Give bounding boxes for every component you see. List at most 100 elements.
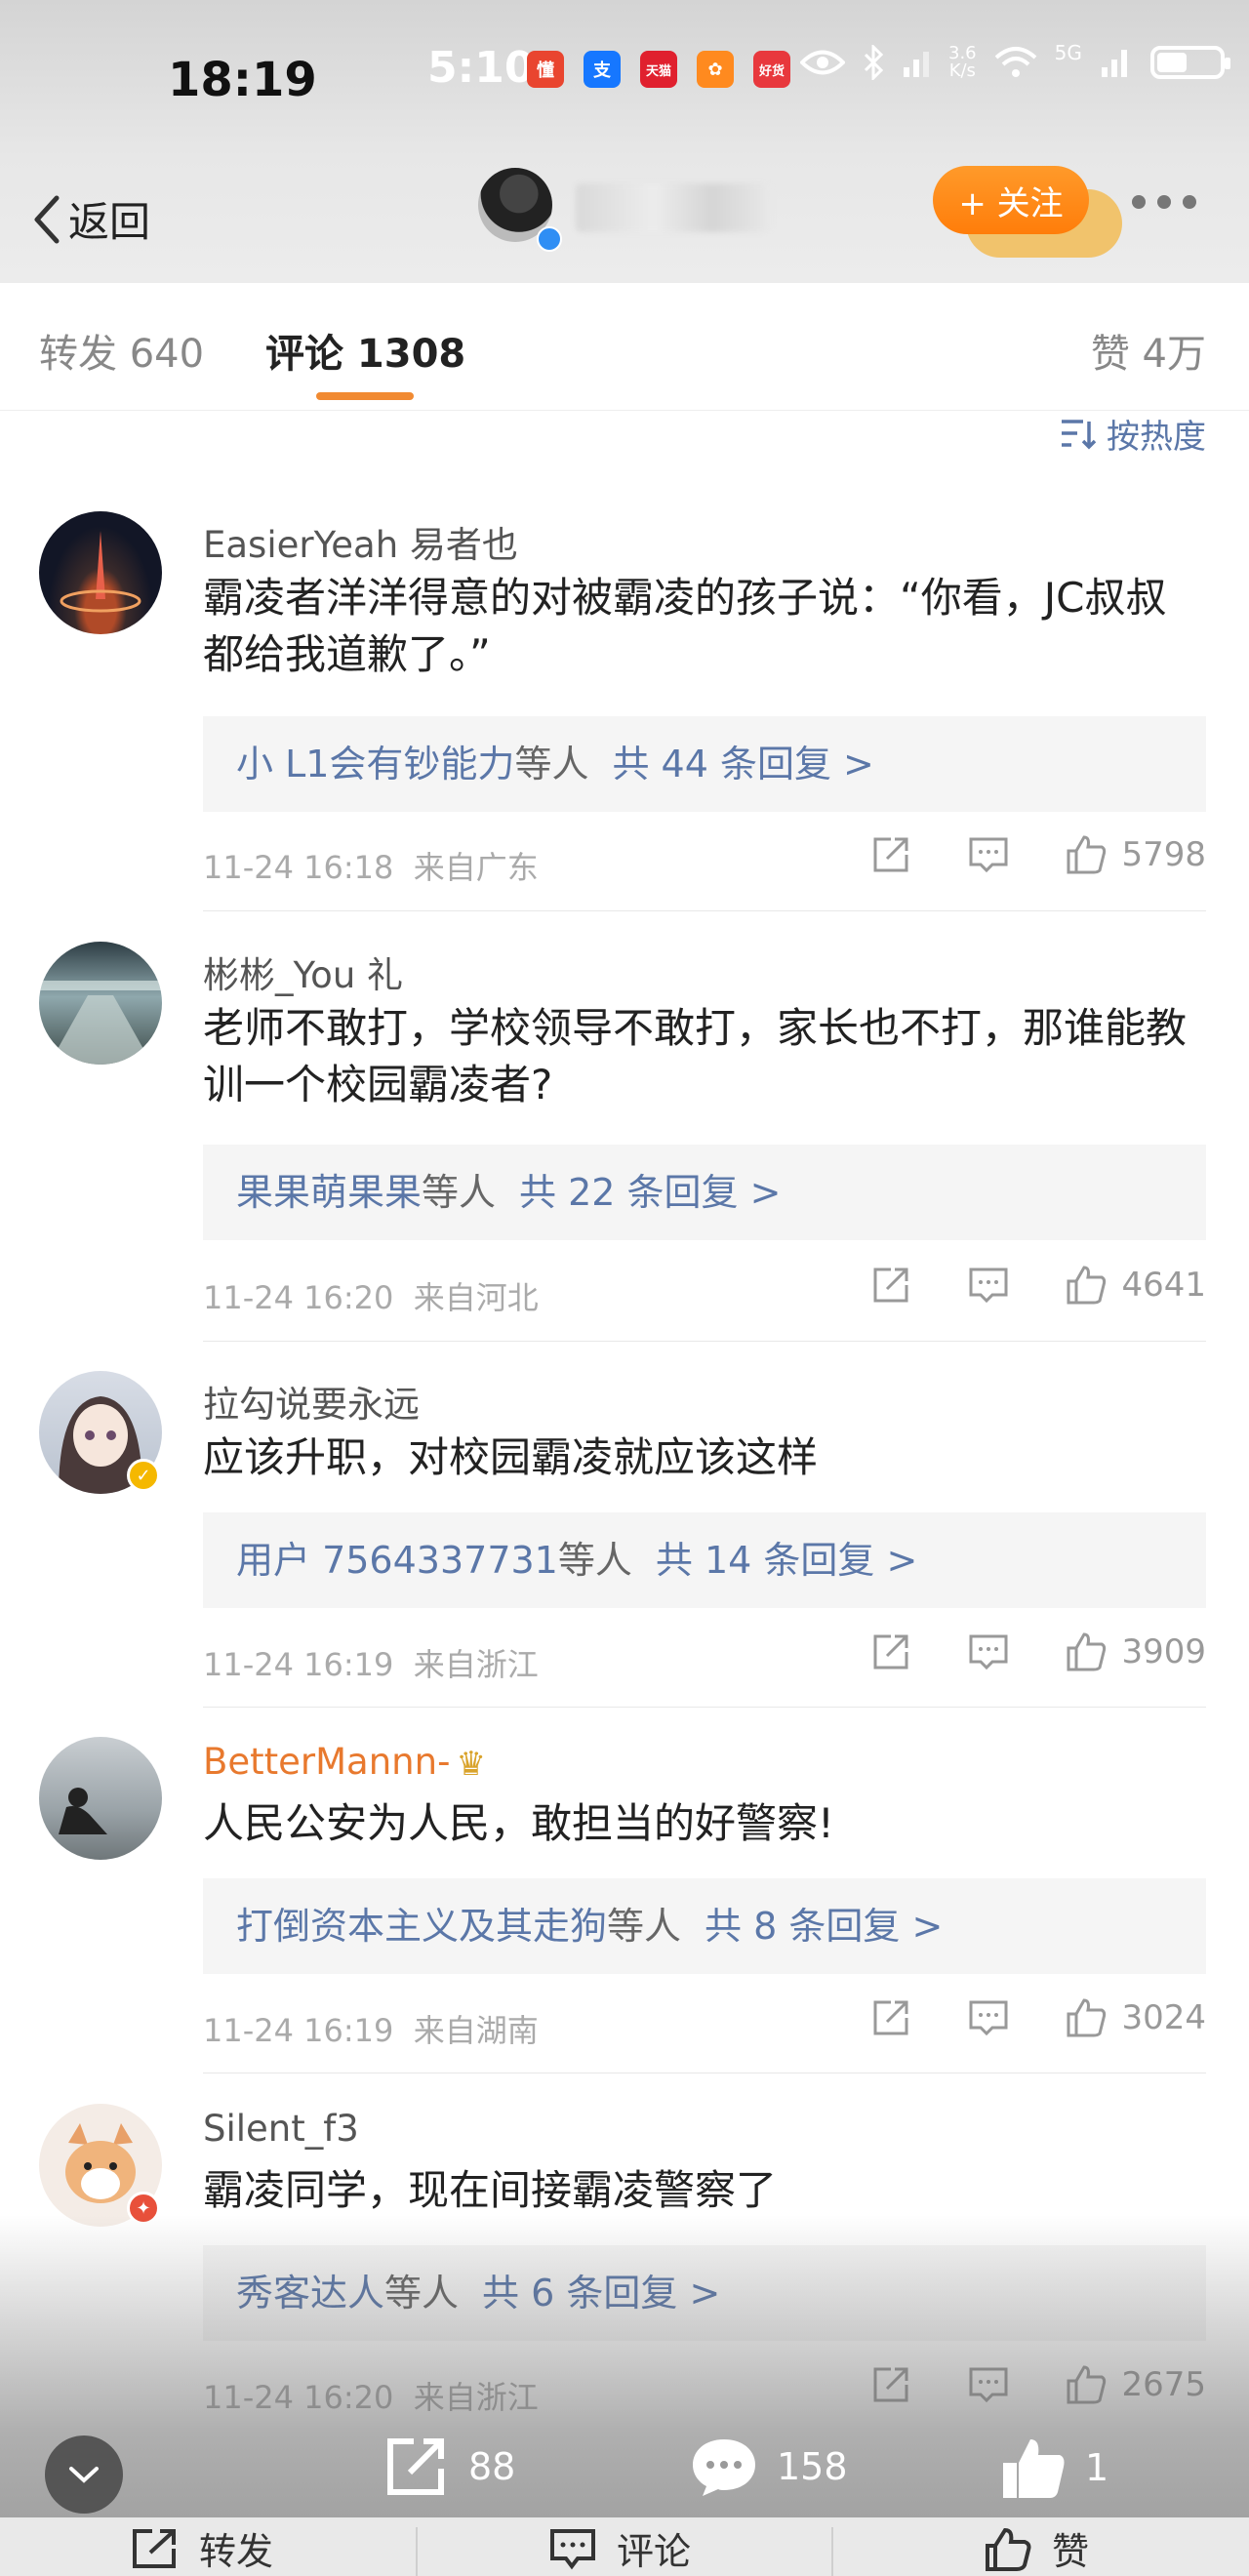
app2-notification-icon: ✿ [697,51,734,88]
comment-item: ✦ Silent_f3 霸凌同学，现在间接霸凌警察了 秀客达人等人共 6 条回复… [0,2104,1249,2440]
status-bar: 18:19 5:10 懂 支 天猫 ✿ 好货 3.6 K/s 5G [0,0,1249,156]
comment-icon[interactable] [967,1264,1010,1307]
like-icon [986,2527,1031,2571]
sort-label: 按热度 [1107,418,1206,457]
active-tab-indicator [316,392,414,400]
replies-preview[interactable]: 小 L1会有钞能力等人共 44 条回复 > [203,716,1206,812]
back-label: 返回 [68,198,151,246]
like-icon[interactable] [1065,833,1108,876]
like-count: 4641 [1121,1266,1206,1305]
eye-icon [800,50,845,75]
signal-strength-icon [1101,50,1127,77]
comment-username[interactable]: 彬彬_You 礼 [203,946,403,998]
comment-icon[interactable] [967,1996,1010,2039]
network-speed: 3.6 K/s [948,43,977,81]
more-options-icon[interactable] [1132,195,1196,209]
comment-username[interactable]: Silent_f3 [203,2108,359,2150]
like-icon[interactable] [1065,1630,1108,1673]
floating-comment-button[interactable]: 158 [689,2435,848,2498]
comment-button[interactable]: 评论 [548,2521,691,2575]
floating-like-count: 1 [1085,2446,1109,2489]
share-icon[interactable] [869,2363,912,2406]
avatar[interactable] [39,511,162,634]
comment-bubble-icon [693,2439,755,2496]
like-count: 2675 [1121,2365,1206,2404]
tab-likes[interactable]: 赞 4万 [1091,322,1206,379]
battery-icon [1149,46,1230,79]
status-time: 18:19 [168,53,317,107]
comment-text: 应该升职，对校园霸凌就应该这样 [203,1433,819,1481]
floating-like-button[interactable]: 1 [999,2435,1108,2500]
replies-preview[interactable]: 用户 7564337731等人共 14 条回复 > [203,1512,1206,1608]
chevron-left-icon [34,195,60,243]
share-icon[interactable] [869,1630,912,1673]
verified-badge-icon [537,226,562,252]
share-icon[interactable] [869,1264,912,1307]
comment-text: 霸凌同学，现在间接霸凌警察了 [203,2166,778,2214]
avatar[interactable] [39,1737,162,1860]
collapse-button[interactable] [45,2435,123,2514]
floating-share-button[interactable]: 88 [383,2435,515,2498]
tmall-notification-icon: 天猫 [640,51,677,88]
share-icon[interactable] [869,833,912,876]
comment-actions: 3024 [815,1996,1206,2039]
repost-button[interactable]: 转发 [131,2521,273,2575]
comment-icon[interactable] [967,1630,1010,1673]
comment-item: BetterMannn- ♛ 人民公安为人民，敢担当的好警察! 打倒资本主义及其走… [0,1737,1249,2073]
tab-comments[interactable]: 评论 1308 [265,322,465,379]
back-button[interactable]: 返回 [29,189,150,249]
comment-text: 人民公安为人民，敢担当的好警察! [203,1799,834,1847]
replies-preview[interactable]: 秀客达人等人共 6 条回复 > [203,2245,1206,2341]
replies-preview[interactable]: 果果萌果果等人共 22 条回复 > [203,1145,1206,1240]
share-icon [387,2438,444,2495]
comment-text: 老师不敢打，学校领导不敢打，家长也不打，那谁能教训一个校园霸凌者? [203,1004,1188,1108]
like-icon[interactable] [1065,1264,1108,1307]
share-icon[interactable] [869,1996,912,2039]
divider [416,2527,418,2576]
comment-username[interactable]: 拉勾说要永远 [203,1375,420,1428]
comment-text: 霸凌者洋洋得意的对被霸凌的孩子说：“你看，JC叔叔都给我道歉了。” [203,574,1167,678]
comment-tabs: 转发 640 评论 1308 赞 4万 [0,283,1249,411]
comment-meta: 11-24 16:20 来自浙江 [203,2379,539,2416]
tab-repost[interactable]: 转发 640 [39,322,204,379]
status-indicators: 3.6 K/s 5G [800,41,1230,81]
replies-preview[interactable]: 打倒资本主义及其走狗等人共 8 条回复 > [203,1878,1206,1974]
comment-actions: 5798 [815,833,1206,876]
chevron-down-icon [69,2467,99,2483]
comment-icon[interactable] [967,833,1010,876]
sort-by-hot-button[interactable]: 按热度 [1060,410,1206,458]
like-button[interactable]: 赞 [984,2521,1089,2575]
avatar[interactable] [39,942,162,1065]
repost-label: 转发 [199,2530,274,2573]
sort-icon [1062,419,1097,449]
divider [203,1707,1206,1708]
like-count: 3909 [1121,1632,1206,1671]
comment-icon[interactable] [967,2363,1010,2406]
verified-badge-icon: ✓ [127,1459,160,1492]
comment-username[interactable]: EasierYeah 易者也 [203,515,518,568]
comment-username[interactable]: BetterMannn- ♛ [203,1741,486,1784]
comment-meta: 11-24 16:19 来自湖南 [203,2012,539,2049]
comment-meta: 11-24 16:18 来自广东 [203,849,539,886]
network-type: 5G [1054,41,1082,64]
floating-share-count: 88 [468,2445,516,2488]
alipay-notification-icon: 支 [584,51,621,88]
like-icon[interactable] [1065,2363,1108,2406]
author-name-blurred[interactable] [576,183,771,232]
like-count: 3024 [1121,1998,1206,2037]
comment-actions: 4641 [815,1264,1206,1307]
bluetooth-icon [864,45,884,80]
member-badge-icon: ✦ [127,2192,160,2225]
status-secondary-time: 5:10 [427,43,535,93]
floating-comment-count: 158 [777,2445,848,2488]
app3-notification-icon: 好货 [753,51,790,88]
divider [203,1341,1206,1342]
divider [831,2527,833,2576]
notification-icons: 懂 支 天猫 ✿ 好货 [527,51,790,88]
nav-bar: 返回 + 关注 [0,156,1249,283]
like-icon[interactable] [1065,1996,1108,2039]
like-count: 5798 [1121,835,1206,874]
like-label: 赞 [1052,2530,1090,2573]
wifi-icon [994,47,1036,77]
follow-button[interactable]: + 关注 [933,166,1089,234]
